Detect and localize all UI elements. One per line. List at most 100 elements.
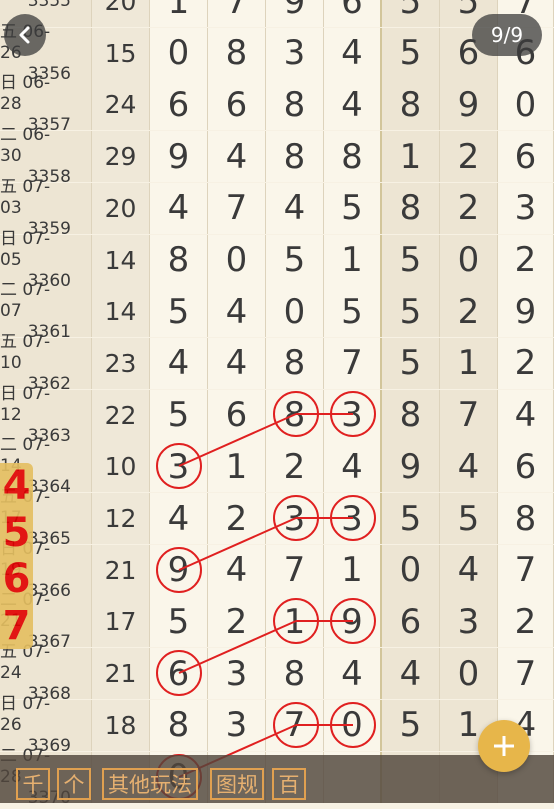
date-cell: 二 06-30 3358 <box>0 125 92 187</box>
date-cell: 日 07-12 3363 <box>0 384 92 446</box>
digit-cell: 3 <box>440 596 498 648</box>
digit-cell: 1 <box>266 596 324 648</box>
digit-cell: 6 <box>382 596 440 648</box>
digit-cell: 4 <box>266 182 324 234</box>
digit-cell: 6 <box>208 79 266 131</box>
weekday-date: 二 06-30 <box>0 125 51 167</box>
digit-cell: 4 <box>382 648 440 700</box>
digit-cell: 4 <box>440 544 498 596</box>
digit-cell: 8 <box>208 27 266 79</box>
sum-cell: 21 <box>92 544 150 596</box>
digit-cell: 6 <box>150 648 208 700</box>
digit-cell: 3 <box>266 27 324 79</box>
tab-qian[interactable]: 千 <box>16 768 50 800</box>
digit-cell: 2 <box>266 441 324 493</box>
digit-cell: 5 <box>382 286 440 338</box>
digit-cell: 0 <box>498 79 554 131</box>
digit-cell: 8 <box>382 79 440 131</box>
digit-cell: 2 <box>498 337 554 389</box>
sum-cell: 10 <box>92 441 150 493</box>
table-row: 二 06-30 3358 29 9 4 8 8 1 2 6 <box>0 125 554 187</box>
tab-ge[interactable]: 个 <box>57 768 91 800</box>
digit-cell: 5 <box>266 234 324 286</box>
digit-cell: 5 <box>324 286 382 338</box>
date-cell: 五 07-10 3362 <box>0 332 92 394</box>
sum-cell: 20 <box>92 0 150 27</box>
back-button[interactable] <box>4 14 46 56</box>
digit-cell: 4 <box>208 337 266 389</box>
digit-cell: 8 <box>150 234 208 286</box>
digit-cell: 8 <box>150 699 208 751</box>
sum-cell: 21 <box>92 648 150 700</box>
digit-cell: 4 <box>150 493 208 544</box>
digit-cell: 7 <box>266 544 324 596</box>
digit-cell: 0 <box>324 699 382 751</box>
digit-cell: 5 <box>150 286 208 338</box>
side-digit: 7 <box>2 602 31 649</box>
weekday-date: 日 07-12 <box>0 383 51 425</box>
table-row: 五 07-24 3368 21 6 3 8 4 4 0 7 <box>0 642 554 704</box>
digit-cell: 3 <box>266 493 324 544</box>
table-row: 二 07-213367175219632 <box>0 590 554 652</box>
table-row: 日 07-26 3369 18 8 3 7 0 5 1 4 <box>0 694 554 756</box>
lottery-history-grid: 3355201796557五 06-263356150834566日 06-28… <box>0 0 554 808</box>
digit-cell: 4 <box>440 441 498 493</box>
digit-cell: 8 <box>266 648 324 700</box>
sum-cell: 23 <box>92 337 150 389</box>
digit-cell: 2 <box>440 182 498 234</box>
digit-cell: 4 <box>324 27 382 79</box>
digit-cell: 3 <box>498 182 554 234</box>
digit-cell: 7 <box>266 699 324 751</box>
table-row: 日 07-193366219471047 <box>0 539 554 601</box>
digit-cell: 4 <box>324 79 382 131</box>
digit-cell: 2 <box>498 596 554 648</box>
table-row: 二 07-143364103124946 <box>0 435 554 497</box>
digit-cell: 9 <box>150 544 208 596</box>
sum-cell: 18 <box>92 699 150 751</box>
table-row: 二 07-07 3361 14 5 4 0 5 5 2 9 <box>0 280 554 342</box>
add-button[interactable] <box>478 720 530 772</box>
table-row: 日 07-12 3363 22 5 6 8 3 8 7 4 <box>0 384 554 446</box>
digit-cell: 6 <box>208 389 266 441</box>
digit-cell: 9 <box>382 441 440 493</box>
digit-cell: 5 <box>382 234 440 286</box>
digit-cell: 8 <box>498 493 554 544</box>
digit-cell: 1 <box>208 441 266 493</box>
table-row: 五 07-03 3359 20 4 7 4 5 8 2 3 <box>0 177 554 239</box>
digit-cell: 3 <box>208 699 266 751</box>
digit-cell: 4 <box>208 544 266 596</box>
digit-cell: 1 <box>324 544 382 596</box>
digit-cell: 7 <box>208 182 266 234</box>
sum-cell: 14 <box>92 234 150 286</box>
digit-cell: 2 <box>498 234 554 286</box>
sum-cell: 22 <box>92 389 150 441</box>
sum-cell: 29 <box>92 131 150 183</box>
weekday-date: 日 07-26 <box>0 693 51 735</box>
digit-cell: 1 <box>440 337 498 389</box>
digit-cell: 2 <box>208 596 266 648</box>
sum-cell: 14 <box>92 286 150 338</box>
digit-cell: 3 <box>150 441 208 493</box>
digit-cell: 5 <box>382 493 440 544</box>
digit-cell: 7 <box>498 544 554 596</box>
digit-cell: 5 <box>324 182 382 234</box>
digit-cell: 5 <box>150 596 208 648</box>
table-row: 日 06-28 3357 24 6 6 8 4 8 9 0 <box>0 73 554 135</box>
side-digit-tag[interactable]: 4 5 6 7 <box>0 463 33 649</box>
digit-cell: 3 <box>324 493 382 544</box>
sum-cell: 15 <box>92 27 150 79</box>
table-row: 五 06-263356150834566 <box>0 22 554 84</box>
sum-cell: 20 <box>92 182 150 234</box>
digit-cell: 7 <box>440 389 498 441</box>
tab-other-modes[interactable]: 其他玩法 <box>102 768 198 800</box>
date-cell: 五 07-03 3359 <box>0 177 92 239</box>
digit-cell: 8 <box>266 131 324 183</box>
digit-cell: 4 <box>324 648 382 700</box>
digit-cell: 3 <box>208 648 266 700</box>
digit-cell: 4 <box>150 337 208 389</box>
digit-cell: 9 <box>440 79 498 131</box>
back-arrow-icon <box>19 26 30 44</box>
tab-bai[interactable]: 百 <box>272 768 306 800</box>
tab-chart-rules[interactable]: 图规 <box>210 768 264 800</box>
digit-cell: 0 <box>266 286 324 338</box>
